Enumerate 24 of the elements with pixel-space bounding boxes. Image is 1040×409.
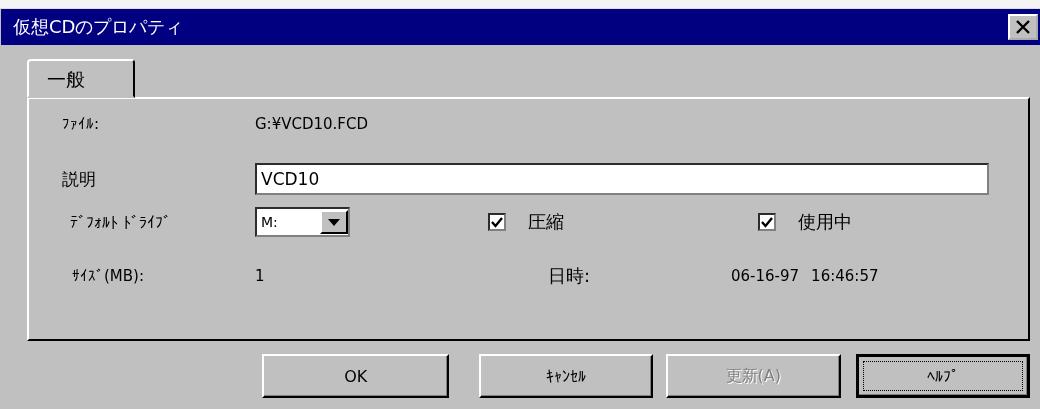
field-label: ﾃﾞﾌｫﾙﾄ ﾄﾞﾗｲﾌﾞ xyxy=(69,212,173,232)
checkbox-label: 圧縮 xyxy=(527,210,564,234)
dropdown[interactable]: M: xyxy=(255,207,350,237)
window-title: 仮想CDのプロパティ xyxy=(13,15,184,39)
dialog-button[interactable]: OK xyxy=(262,354,450,398)
field-label: ｻｲｽﾞ(MB): xyxy=(71,267,145,285)
tab[interactable]: 一般 xyxy=(27,59,135,98)
dialog-button[interactable]: ﾍﾙﾌﾟ xyxy=(855,354,1030,398)
checkbox[interactable] xyxy=(487,213,506,231)
checkbox[interactable] xyxy=(757,213,776,231)
field-label: 日時: xyxy=(547,264,592,288)
dialog-button[interactable]: ｷｬﾝｾﾙ xyxy=(479,354,653,398)
input-field[interactable]: VCD10 xyxy=(255,163,989,195)
dropdown-button[interactable] xyxy=(319,210,348,234)
date-value: 06-16-97 xyxy=(731,267,800,285)
checkbox-label: 使用中 xyxy=(797,210,852,234)
file-path: G:¥VCD10.FCD xyxy=(255,115,368,133)
size-value: 1 xyxy=(255,267,266,285)
time-value: 16:46:57 xyxy=(811,267,879,285)
caret-icon xyxy=(327,218,340,226)
field-label: 説明 xyxy=(62,167,97,191)
close-button[interactable] xyxy=(1008,14,1038,40)
close-icon xyxy=(1015,20,1031,34)
field-label: ﾌｧｲﾙ: xyxy=(62,115,101,133)
